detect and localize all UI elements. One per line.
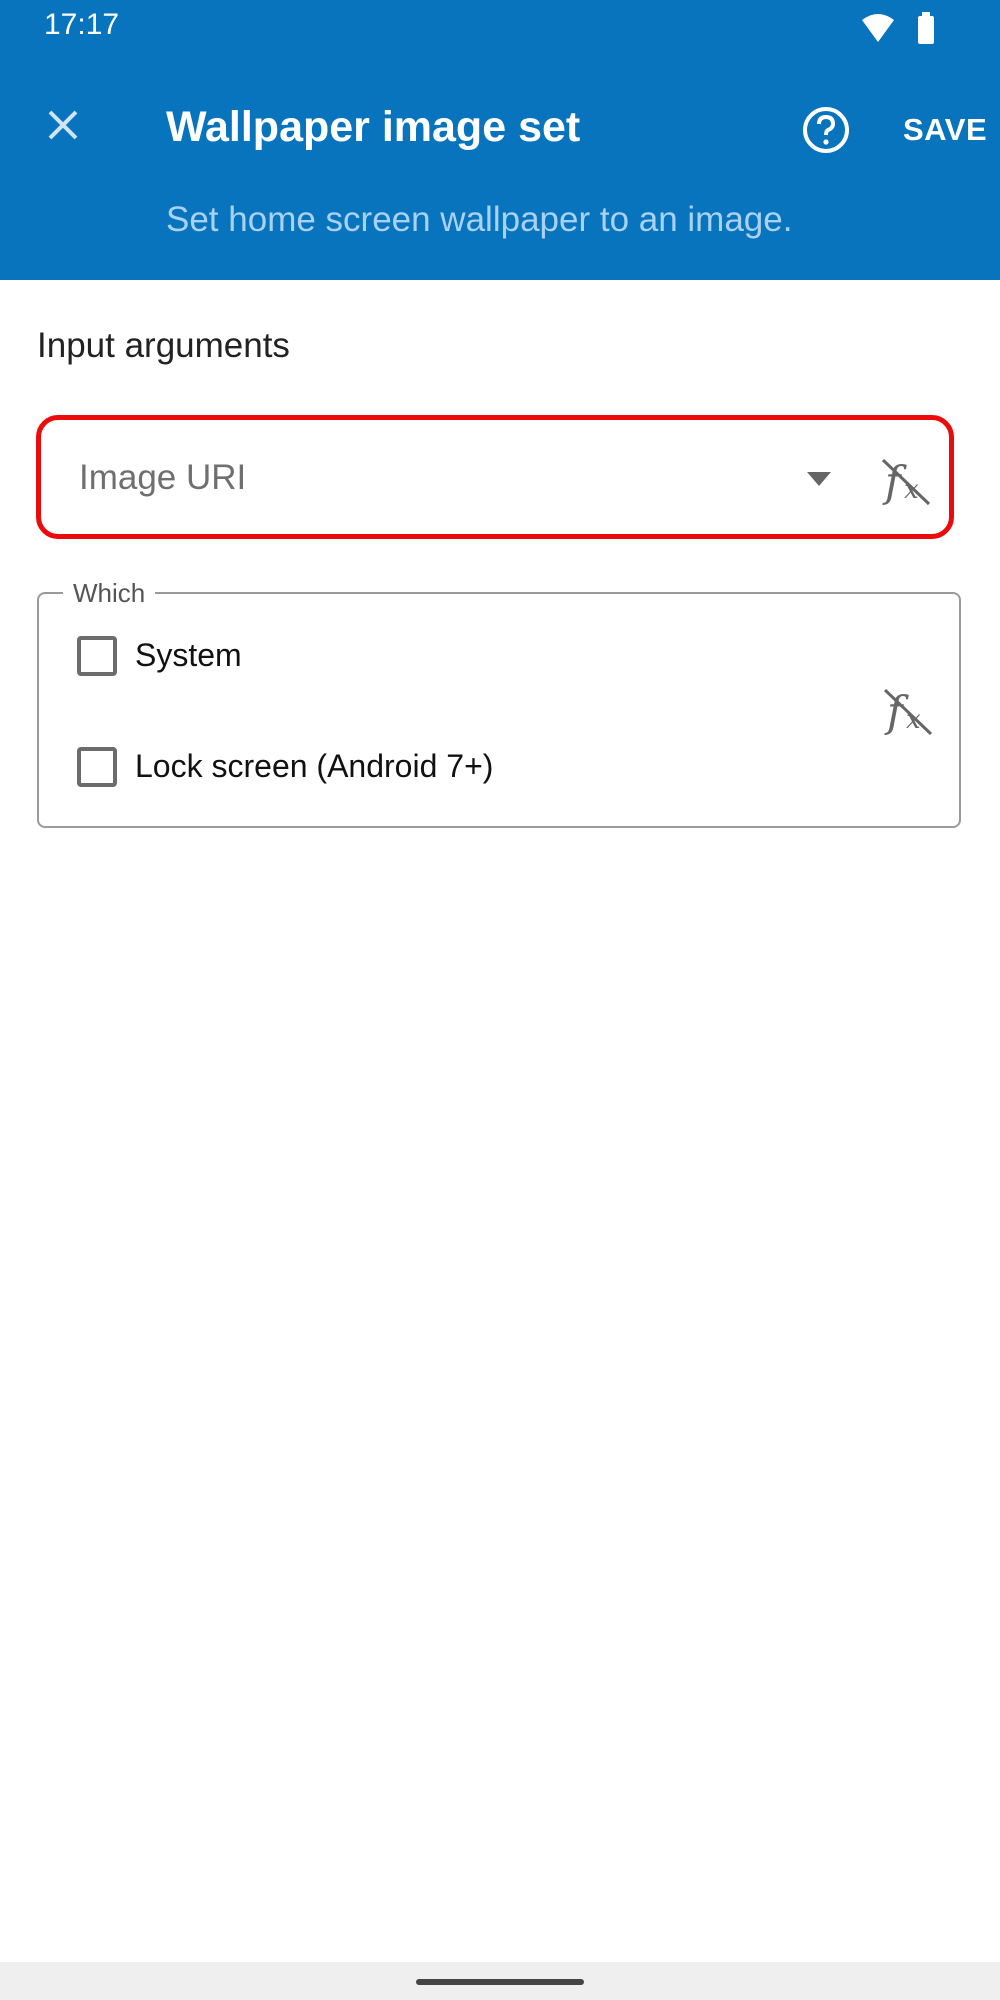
system-checkbox[interactable]: [77, 636, 117, 676]
navigation-bar: [0, 1962, 1000, 2000]
help-circle-icon[interactable]: [801, 105, 851, 155]
app-bar: 17:17 Wallpaper image set SAVE Set home …: [0, 0, 1000, 280]
status-time: 17:17: [44, 8, 120, 41]
chevron-down-icon[interactable]: [805, 470, 833, 488]
which-legend: Which: [63, 578, 156, 609]
system-checkbox-label[interactable]: System: [135, 637, 242, 674]
lock-screen-checkbox[interactable]: [77, 747, 117, 787]
section-heading: Input arguments: [37, 326, 290, 365]
which-group: Which System Lock screen (Android 7+) f …: [37, 578, 961, 828]
svg-text:x: x: [904, 475, 919, 505]
home-handle[interactable]: [416, 1979, 584, 1985]
battery-icon: [918, 16, 934, 44]
function-toggle-icon[interactable]: f x: [879, 456, 933, 508]
wifi-icon: [862, 14, 894, 42]
save-button[interactable]: SAVE: [903, 112, 987, 148]
page-title: Wallpaper image set: [166, 103, 581, 151]
close-icon[interactable]: [38, 100, 88, 150]
svg-text:x: x: [906, 705, 921, 735]
image-uri-field[interactable]: Image URI f x: [36, 415, 954, 539]
image-uri-placeholder: Image URI: [79, 458, 247, 497]
lock-screen-checkbox-label[interactable]: Lock screen (Android 7+): [135, 748, 493, 785]
page-subtitle: Set home screen wallpaper to an image.: [166, 200, 793, 239]
function-toggle-icon[interactable]: f x: [881, 686, 935, 738]
status-icons: [862, 12, 934, 44]
